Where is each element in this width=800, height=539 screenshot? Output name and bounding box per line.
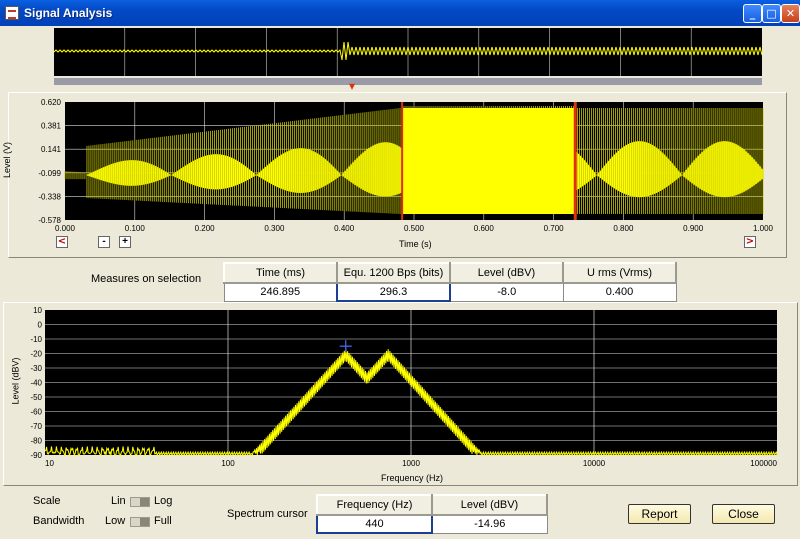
waveform-xtick-label: 0.400 bbox=[334, 224, 355, 233]
measure-header-time: Time (ms) bbox=[223, 262, 338, 284]
spectrum-panel: 10 0 -10 -20 -30 -40 -50 -60 -70 -80 -90 10 100 1000… bbox=[3, 302, 798, 486]
minimize-button[interactable]: _ bbox=[743, 4, 762, 23]
spectrum-cursor-label: Spectrum cursor bbox=[227, 508, 308, 520]
measure-value-level: -8.0 bbox=[449, 282, 564, 302]
waveform-xtick-label: 0.000 bbox=[55, 224, 76, 233]
cursor-value-level: -14.96 bbox=[431, 514, 548, 534]
scale-toggle-knob bbox=[140, 498, 149, 506]
report-button[interactable]: Report bbox=[628, 504, 691, 524]
maximize-button[interactable]: □ bbox=[762, 4, 781, 23]
measure-header-urms: U rms (Vrms) bbox=[562, 262, 677, 284]
spectrum-ylabel: Level (dBV) bbox=[10, 357, 21, 405]
waveform-ytick-label: 0.381 bbox=[41, 122, 62, 131]
title-bar: Signal Analysis _ □ ✕ bbox=[0, 0, 800, 26]
waveform-xtick-label: 0.200 bbox=[195, 224, 216, 233]
waveform-xtick-label: 1.000 bbox=[753, 224, 774, 233]
overview-svg bbox=[53, 28, 763, 85]
measure-header-level: Level (dBV) bbox=[449, 262, 564, 284]
scale-lin-label: Lin bbox=[111, 495, 126, 507]
measure-value-urms: 0.400 bbox=[562, 282, 677, 302]
spectrum-ytick-label: -10 bbox=[30, 335, 42, 344]
spectrum-xtick-label: 10000 bbox=[583, 459, 606, 468]
scroll-left-button[interactable]: < bbox=[56, 236, 68, 248]
spectrum-ytick-label: -50 bbox=[30, 393, 42, 402]
scroll-right-button[interactable]: > bbox=[744, 236, 756, 248]
waveform-ylabel: Level (V) bbox=[2, 141, 13, 179]
measure-header-bits: Equ. 1200 Bps (bits) bbox=[336, 262, 451, 284]
overview-position-marker[interactable]: ▾ bbox=[349, 79, 355, 93]
bandwidth-full-label: Full bbox=[154, 515, 172, 527]
zoom-out-button[interactable]: - bbox=[98, 236, 110, 248]
app-icon bbox=[5, 6, 19, 20]
waveform-xtick-label: 0.300 bbox=[264, 224, 285, 233]
scale-log-label: Log bbox=[154, 495, 173, 507]
cursor-value-frequency[interactable]: 440 bbox=[316, 514, 433, 534]
spectrum-ytick-label: 10 bbox=[33, 306, 42, 315]
spectrum-xlabel: Frequency (Hz) bbox=[381, 473, 444, 483]
close-button[interactable]: Close bbox=[712, 504, 775, 524]
spectrum-ytick-label: -30 bbox=[30, 364, 42, 373]
spectrum-ytick-label: -20 bbox=[30, 350, 42, 359]
bandwidth-low-label: Low bbox=[105, 515, 126, 527]
waveform-panel: 0.620 0.381 0.141 -0.099 -0.338 -0.578 0.000 0… bbox=[2, 92, 787, 258]
measure-value-bits[interactable]: 296.3 bbox=[336, 282, 451, 302]
waveform-chart[interactable]: 0.6200.3810.141-0.099-0.338-0.578 0.000 0… bbox=[9, 93, 786, 257]
waveform-selection-fill bbox=[402, 108, 576, 214]
waveform-ytick-label: -0.338 bbox=[38, 192, 61, 201]
bandwidth-label: Bandwidth bbox=[33, 515, 85, 527]
measures-label: Measures on selection bbox=[91, 273, 202, 285]
spectrum-ytick-label: 0 bbox=[38, 321, 43, 330]
cursor-header-frequency: Frequency (Hz) bbox=[316, 494, 433, 516]
bandwidth-toggle[interactable] bbox=[130, 517, 150, 527]
waveform-xtick-label: 0.100 bbox=[125, 224, 146, 233]
bandwidth-toggle-knob bbox=[140, 518, 149, 526]
measures-table: Time (ms) Equ. 1200 Bps (bits) Level (dB… bbox=[223, 262, 677, 302]
close-window-button[interactable]: ✕ bbox=[781, 4, 800, 23]
waveform-ytick-label: 0.620 bbox=[41, 98, 62, 107]
spectrum-xtick-label: 100000 bbox=[750, 459, 777, 468]
spectrum-xtick-label: 1000 bbox=[402, 459, 420, 468]
measure-value-time: 246.895 bbox=[223, 282, 338, 302]
spectrum-xtick-label: 100 bbox=[221, 459, 235, 468]
spectrum-ytick-label: -60 bbox=[30, 408, 42, 417]
overview-panel: ▾ bbox=[0, 26, 800, 93]
spectrum-ytick-label: -70 bbox=[30, 422, 42, 431]
spectrum-xtick-label: 10 bbox=[45, 459, 54, 468]
scale-label: Scale bbox=[33, 495, 61, 507]
scale-toggle[interactable] bbox=[130, 497, 150, 507]
waveform-ytick-label: -0.099 bbox=[38, 169, 61, 178]
waveform-xtick-label: 0.600 bbox=[474, 224, 495, 233]
waveform-xtick-label: 0.800 bbox=[613, 224, 634, 233]
overview-scrollbar[interactable] bbox=[54, 78, 762, 85]
spectrum-ytick-label: -40 bbox=[30, 379, 42, 388]
waveform-xlabel: Time (s) bbox=[399, 239, 432, 249]
cursor-table: Frequency (Hz) Level (dBV) 440 -14.96 bbox=[316, 494, 548, 534]
waveform-xtick-label: 0.900 bbox=[683, 224, 704, 233]
zoom-in-button[interactable]: + bbox=[119, 236, 131, 248]
waveform-xtick-label: 0.700 bbox=[544, 224, 565, 233]
window-title: Signal Analysis bbox=[24, 6, 113, 20]
waveform-xtick-label: 0.500 bbox=[404, 224, 425, 233]
cursor-header-level: Level (dBV) bbox=[431, 494, 548, 516]
spectrum-ytick-label: -90 bbox=[30, 451, 42, 460]
spectrum-ytick-label: -80 bbox=[30, 437, 42, 446]
spectrum-chart[interactable]: 100-10-20-30-40-50-60-70-80-90 10 100 1000… bbox=[4, 303, 797, 485]
waveform-ytick-label: 0.141 bbox=[41, 145, 62, 154]
